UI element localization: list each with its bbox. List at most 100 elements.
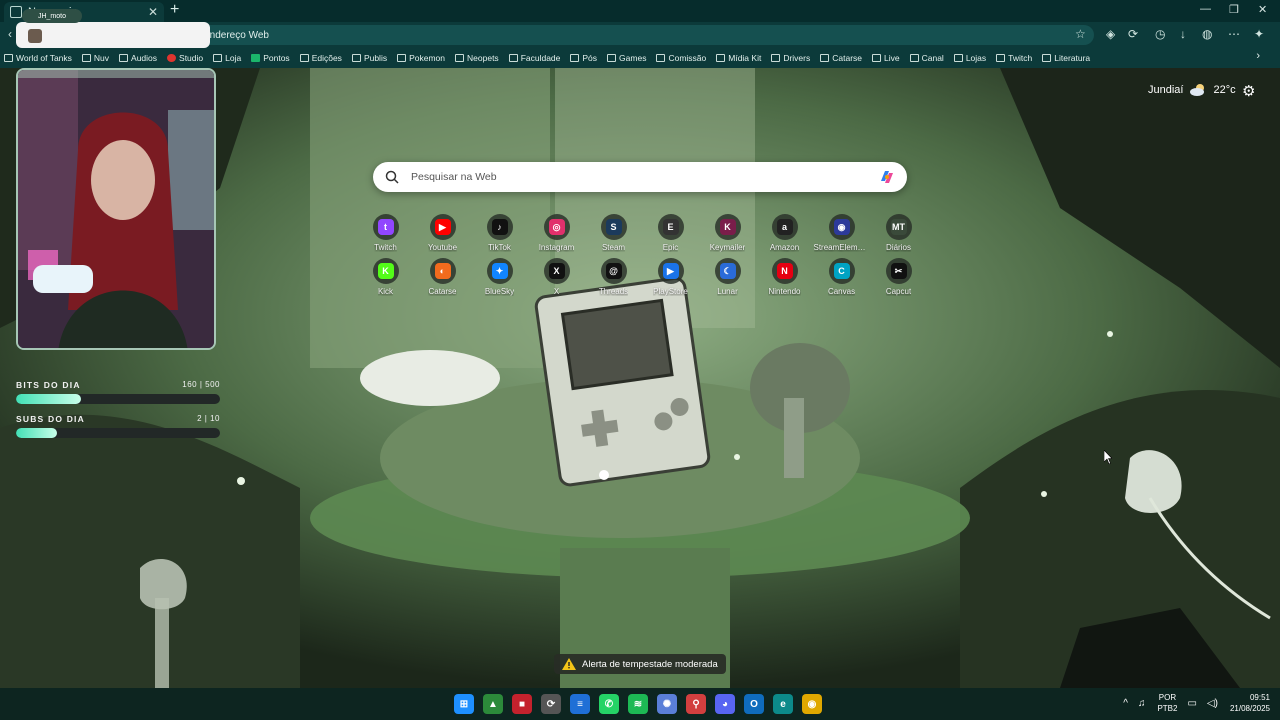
epic-icon: E — [657, 214, 684, 240]
edge-icon[interactable]: e — [773, 694, 793, 714]
webcam-overlay — [16, 68, 216, 350]
bookmark-neopets[interactable]: Neopets — [455, 53, 499, 63]
bookmark-games[interactable]: Games — [607, 53, 646, 63]
clock-date: 21/08/2025 — [1229, 704, 1270, 713]
bookmark-live[interactable]: Live — [872, 53, 900, 63]
bookmark-edi-es[interactable]: Edições — [299, 53, 342, 63]
web-search-box[interactable] — [373, 162, 907, 192]
network-icon[interactable]: ▭ — [1187, 698, 1196, 709]
outlook-icon[interactable]: O — [744, 694, 764, 714]
bluesky-icon: ✦ — [486, 258, 513, 284]
quick-link-streamelements[interactable]: ◉ StreamElements — [813, 214, 870, 252]
bookmark-pontos[interactable]: Pontos — [251, 53, 290, 63]
weather-alert-pill[interactable]: Alerta de tempestade moderada — [554, 654, 726, 674]
quick-link-tiktok[interactable]: ♪ TikTok — [471, 214, 528, 252]
quick-link-lunar[interactable]: ☾ Lunar — [699, 258, 756, 296]
bookmark-m-dia-kit[interactable]: Mídia Kit — [716, 53, 761, 63]
settings-gear-icon[interactable]: ⚙ — [1242, 82, 1255, 100]
quick-link-di-rios[interactable]: MT Diários — [870, 214, 927, 252]
clock[interactable]: 09:51 21/08/2025 — [1230, 692, 1270, 714]
quick-link-amazon[interactable]: a Amazon — [756, 214, 813, 252]
bookmark-p-s[interactable]: Pós — [570, 53, 597, 63]
folder-icon — [4, 54, 13, 62]
app-green-icon[interactable]: ▲ — [483, 694, 503, 714]
bookmark-nuv[interactable]: Nuv — [81, 53, 109, 63]
windows-icon[interactable]: ⊞ — [454, 694, 474, 714]
quick-link-label: Steam — [601, 243, 626, 252]
bookmark-loja[interactable]: Loja — [213, 53, 241, 63]
more-menu-icon[interactable]: ⋯ — [1228, 27, 1240, 41]
quick-link-epic[interactable]: E Epic — [642, 214, 699, 252]
chevron-up-icon[interactable]: ^ — [1123, 698, 1128, 709]
chrome-icon[interactable]: ◉ — [802, 694, 822, 714]
bookmark-publis[interactable]: Publis — [351, 53, 387, 63]
favorite-star-icon[interactable]: ☆ — [1075, 27, 1086, 41]
bookmark-audios[interactable]: Audios — [119, 53, 157, 63]
quick-link-threads[interactable]: @ Threads — [585, 258, 642, 296]
quick-link-bluesky[interactable]: ✦ BlueSky — [471, 258, 528, 296]
bookmark-pokemon[interactable]: Pokemon — [397, 53, 445, 63]
quick-link-keymailer[interactable]: K Keymailer — [699, 214, 756, 252]
title-bar: Nova guia ✕ + — ❐ ✕ — [0, 0, 1280, 22]
quick-link-youtube[interactable]: ▶ Youtube — [414, 214, 471, 252]
app-red-icon[interactable]: ■ — [512, 694, 532, 714]
discord-icon[interactable]: ◕ — [715, 694, 735, 714]
quick-link-steam[interactable]: S Steam — [585, 214, 642, 252]
bookmarks-overflow-icon[interactable]: › — [1256, 50, 1260, 62]
bookmark-twitch[interactable]: Twitch — [996, 53, 1032, 63]
volume-icon[interactable]: ◁) — [1207, 698, 1218, 709]
quick-link-kick[interactable]: K Kick — [357, 258, 414, 296]
download-icon[interactable]: ↓ — [1180, 27, 1186, 41]
new-tab-button[interactable]: + — [170, 1, 179, 19]
copilot-icon[interactable]: ✦ — [1254, 27, 1264, 41]
bookmark-faculdade[interactable]: Faculdade — [508, 53, 561, 63]
notes-icon[interactable]: ≡ — [570, 694, 590, 714]
spotify-icon[interactable]: ≋ — [628, 694, 648, 714]
taskbar-apps: ⊞ ▲ ■ ⟳ ≡ ✆ ≋ ✺ ⚲ ◕ Oe ◉ — [454, 694, 831, 714]
quick-link-label: Threads — [598, 287, 629, 296]
quick-link-canvas[interactable]: C Canvas — [813, 258, 870, 296]
whatsapp-icon[interactable]: ✆ — [599, 694, 619, 714]
history-icon[interactable]: ◷ — [1155, 27, 1165, 41]
copilot-icon[interactable] — [877, 167, 897, 187]
quick-link-instagram[interactable]: ◎ Instagram — [528, 214, 585, 252]
bookmark-catarse[interactable]: Catarse — [820, 53, 862, 63]
back-icon[interactable]: ‹ — [8, 27, 12, 41]
quick-link-twitch[interactable]: t Twitch — [357, 214, 414, 252]
quick-link-catarse[interactable]: ◐ Catarse — [414, 258, 471, 296]
close-tab-icon[interactable]: ✕ — [148, 5, 158, 19]
restore-icon[interactable]: ❐ — [1229, 3, 1239, 16]
microphone-icon[interactable]: ♫ — [1138, 698, 1146, 709]
icon-glyph: C — [833, 263, 850, 279]
bookmark-studio[interactable]: Studio — [167, 53, 203, 63]
app-cycle-icon[interactable]: ⟳ — [541, 694, 561, 714]
weather-widget[interactable]: Jundiaí 22°c — [1148, 84, 1236, 96]
quick-link-label: X — [553, 287, 560, 296]
bookmark-literatura[interactable]: Literatura — [1042, 53, 1090, 63]
threads-icon: @ — [600, 258, 627, 284]
di-rios-icon: MT — [885, 214, 912, 240]
folder-icon — [455, 54, 465, 62]
taskbar: ⊞ ▲ ■ ⟳ ≡ ✆ ≋ ✺ ⚲ ◕ Oe ◉ ^ ♫ POR PTB2 ▭ ◁) 09:51 21… — [0, 688, 1280, 720]
bookmark-canal[interactable]: Canal — [909, 53, 944, 63]
language-indicator[interactable]: POR PTB2 — [1157, 692, 1177, 714]
bookmark-world-of-tanks[interactable]: World of Tanks — [4, 53, 72, 63]
bookmark-label: Faculdade — [520, 53, 561, 63]
quick-link-capcut[interactable]: ✂ Capcut — [870, 258, 927, 296]
keyboard-label: PTB2 — [1157, 704, 1178, 713]
quick-link-x[interactable]: XX — [528, 258, 585, 296]
refresh-icon[interactable]: ⟳ — [1128, 27, 1138, 41]
search-input[interactable] — [411, 171, 877, 183]
minimize-icon[interactable]: — — [1200, 3, 1211, 15]
profile-avatar[interactable]: ◍ — [1202, 27, 1212, 41]
bookmark-lojas[interactable]: Lojas — [953, 53, 986, 63]
quick-link-nintendo[interactable]: N Nintendo — [756, 258, 813, 296]
bookmark-comiss-o[interactable]: Comissão — [656, 53, 706, 63]
shell-icon[interactable]: ✺ — [657, 694, 677, 714]
bookmark-drivers[interactable]: Drivers — [771, 53, 810, 63]
maps-icon[interactable]: ⚲ — [686, 694, 706, 714]
extension-icon[interactable]: ◈ — [1106, 27, 1115, 41]
close-window-icon[interactable]: ✕ — [1258, 3, 1267, 16]
quick-link-playstore[interactable]: ▶ PlayStore — [642, 258, 699, 296]
bits-label: BITS DO DIA — [16, 380, 81, 390]
